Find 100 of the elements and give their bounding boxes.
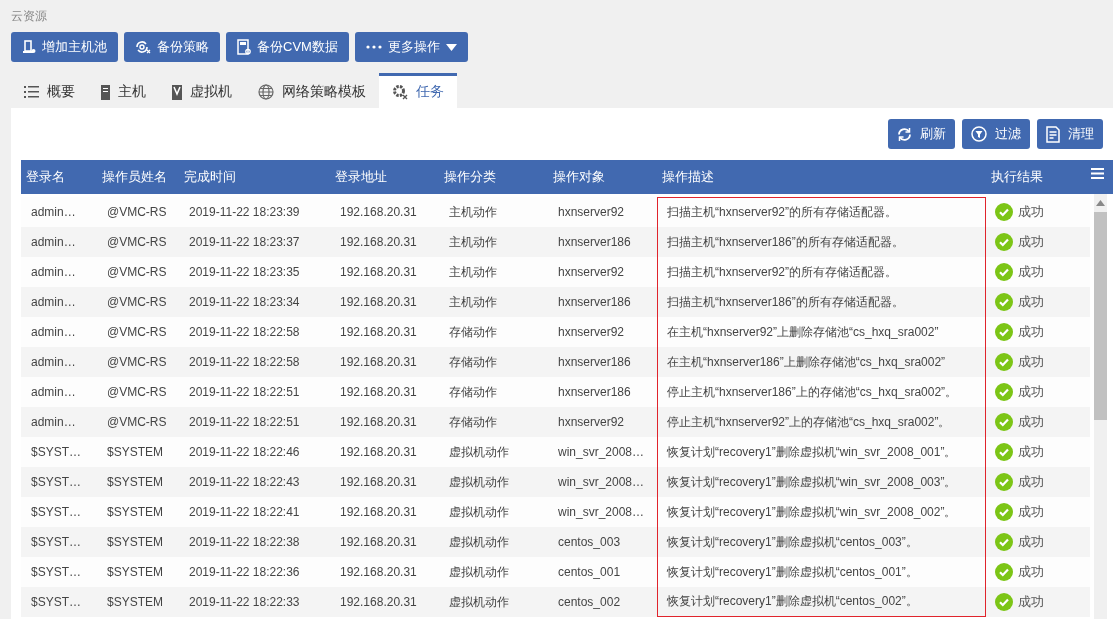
table-cell: 2019-11-22 18:22:36 <box>189 565 300 579</box>
table-cell: 2019-11-22 18:22:33 <box>189 595 300 609</box>
breadcrumb: 云资源 <box>10 8 48 24</box>
check-circle-icon <box>995 233 1013 251</box>
table-cell: @VMC-RS <box>107 295 167 309</box>
table-cell: win_svr_2008… <box>558 445 645 459</box>
table-cell: 2019-11-22 18:22:58 <box>189 325 300 339</box>
table-cell: 停止主机“hxnserver92”上的存储池“cs_hxq_sra002”。 <box>667 413 951 431</box>
table-cell: 在主机“hxnserver92”上删除存储池“cs_hxq_sra002” <box>667 323 939 341</box>
table-cell: admin… <box>31 235 76 249</box>
table-cell: 2019-11-22 18:22:46 <box>189 445 300 459</box>
toolbar-button[interactable]: 刷新 <box>888 119 955 149</box>
check-circle-icon <box>995 443 1013 461</box>
check-circle-icon <box>995 383 1013 401</box>
globe-icon <box>258 84 274 100</box>
action-button[interactable]: 增加主机池 <box>11 32 118 62</box>
gear-icon <box>392 84 408 100</box>
server-stack-icon <box>22 40 36 54</box>
action-button[interactable]: 更多操作 <box>354 32 468 62</box>
table-cell: 2019-11-22 18:23:34 <box>189 295 300 309</box>
table-cell: $SYSTEM <box>107 565 163 579</box>
column-header: 操作对象 <box>552 168 606 186</box>
table-cell: hxnserver186 <box>558 235 631 249</box>
document-icon <box>237 39 251 55</box>
result-text: 成功 <box>1018 443 1044 461</box>
toolbar-button[interactable]: 过滤 <box>962 119 1030 149</box>
table-cell: hxnserver92 <box>558 415 625 429</box>
refresh-gear-icon <box>135 40 151 54</box>
column-header: 执行结果 <box>990 168 1044 186</box>
table-cell: $SYSTEM <box>107 505 163 519</box>
table-cell: admin… <box>31 415 76 429</box>
table-cell: @VMC-RS <box>107 415 167 429</box>
result-text: 成功 <box>1018 473 1044 491</box>
check-circle-icon <box>995 353 1013 371</box>
table-cell: admin… <box>31 205 76 219</box>
table-cell: 192.168.20.31 <box>340 355 417 369</box>
table-cell: 192.168.20.31 <box>340 265 417 279</box>
toolbar-button[interactable]: 清理 <box>1037 119 1103 149</box>
action-button[interactable]: 备份CVM数据 <box>226 32 349 62</box>
check-circle-icon <box>995 413 1013 431</box>
table-cell: centos_003 <box>558 535 621 549</box>
scrollbar[interactable] <box>1094 194 1107 619</box>
table-cell: 192.168.20.31 <box>340 445 417 459</box>
table-cell: centos_001 <box>558 565 621 579</box>
result-text: 成功 <box>1018 503 1044 521</box>
check-circle-icon <box>995 503 1013 521</box>
result-text: 成功 <box>1018 413 1044 431</box>
result-text: 成功 <box>1018 593 1044 611</box>
table-cell: $SYST… <box>31 475 81 489</box>
table-cell: 192.168.20.31 <box>340 595 417 609</box>
vm-icon <box>172 84 182 100</box>
column-header: 登录地址 <box>334 168 388 186</box>
server-icon <box>101 84 110 100</box>
table-cell: 虚拟机动作 <box>449 443 509 461</box>
action-button[interactable]: 备份策略 <box>124 32 220 62</box>
table-cell: 192.168.20.31 <box>340 325 417 339</box>
table-cell: 主机动作 <box>449 233 497 251</box>
table-cell: 192.168.20.31 <box>340 385 417 399</box>
tab[interactable]: 网络策略模板 <box>245 73 379 108</box>
table-cell: hxnserver92 <box>558 265 625 279</box>
table-cell: 恢复计划“recovery1”删除虚拟机“centos_003”。 <box>667 533 918 551</box>
check-circle-icon <box>995 533 1013 551</box>
scroll-up-icon[interactable] <box>1096 200 1105 206</box>
column-header: 登录名 <box>25 168 66 186</box>
table-cell: 扫描主机“hxnserver186”的所有存储适配器。 <box>667 233 904 251</box>
table-cell: hxnserver92 <box>558 205 625 219</box>
tab[interactable]: 任务 <box>379 73 457 108</box>
table-cell: 主机动作 <box>449 203 497 221</box>
table-cell: centos_002 <box>558 595 621 609</box>
result-text: 成功 <box>1018 233 1044 251</box>
table-cell: 2019-11-22 18:23:35 <box>189 265 300 279</box>
table-cell: $SYSTEM <box>107 595 163 609</box>
tab[interactable]: 虚拟机 <box>159 73 245 108</box>
table-cell: 恢复计划“recovery1”删除虚拟机“win_svr_2008_001”。 <box>667 443 957 461</box>
table-cell: 192.168.20.31 <box>340 475 417 489</box>
table-cell: 存储动作 <box>449 383 497 401</box>
table-cell: $SYST… <box>31 565 81 579</box>
list-icon <box>24 86 39 98</box>
check-circle-icon <box>995 593 1013 611</box>
tab[interactable]: 概要 <box>11 73 88 108</box>
table-cell: 停止主机“hxnserver186”上的存储池“cs_hxq_sra002”。 <box>667 383 958 401</box>
caret-icon <box>445 43 457 51</box>
table-cell: 扫描主机“hxnserver92”的所有存储适配器。 <box>667 263 898 281</box>
table-cell: 虚拟机动作 <box>449 473 509 491</box>
column-header: 操作描述 <box>661 168 715 186</box>
result-text: 成功 <box>1018 203 1044 221</box>
check-circle-icon <box>995 563 1013 581</box>
table-cell: @VMC-RS <box>107 205 167 219</box>
scrollbar-thumb[interactable] <box>1094 212 1107 420</box>
table-cell: admin… <box>31 265 76 279</box>
table-cell: 2019-11-22 18:22:38 <box>189 535 300 549</box>
menu-icon[interactable] <box>1091 168 1104 179</box>
table-cell: 2019-11-22 18:22:51 <box>189 385 300 399</box>
table-cell: 虚拟机动作 <box>449 503 509 521</box>
table-cell: $SYST… <box>31 595 81 609</box>
table-cell: @VMC-RS <box>107 355 167 369</box>
tab[interactable]: 主机 <box>88 73 159 108</box>
table-cell: 恢复计划“recovery1”删除虚拟机“centos_002”。 <box>667 593 918 610</box>
table-cell: admin… <box>31 295 76 309</box>
table-cell: 主机动作 <box>449 293 497 311</box>
